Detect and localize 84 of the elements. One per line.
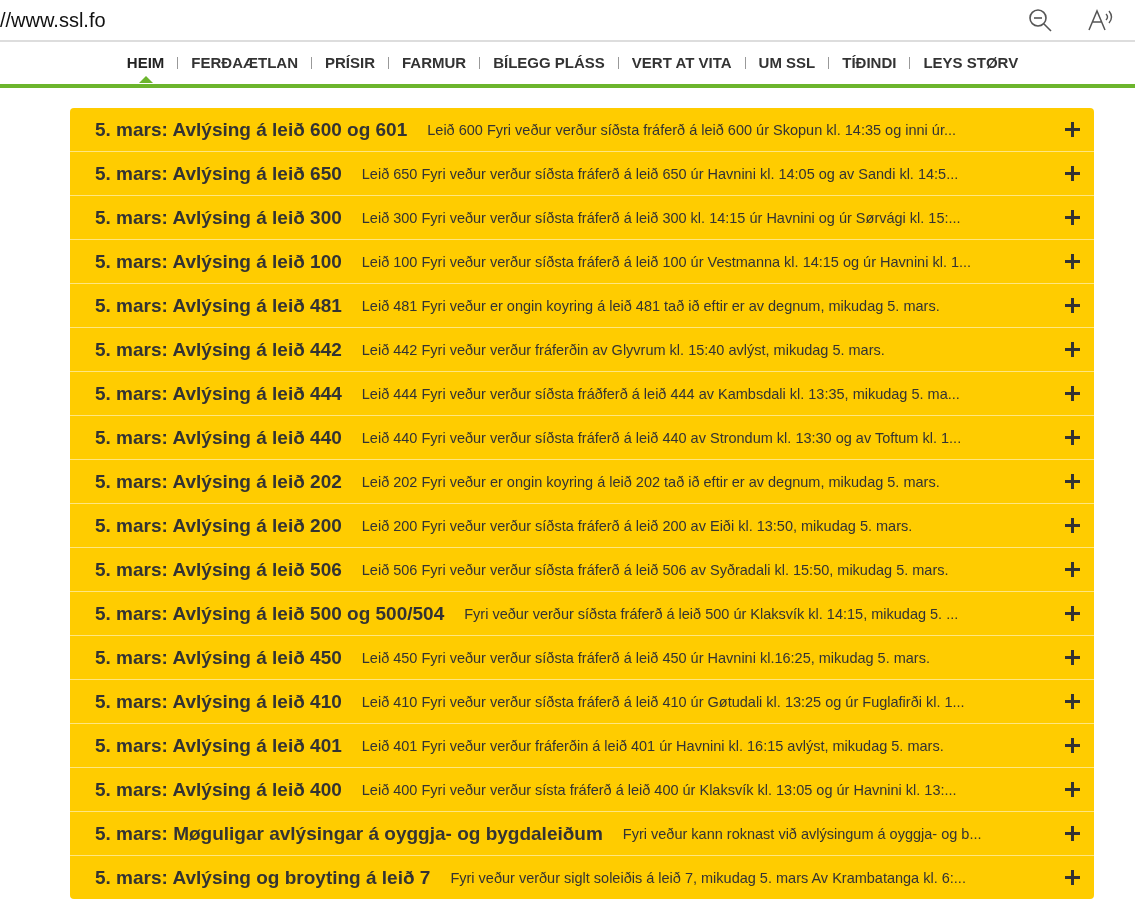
notice-row[interactable]: 5. mars: Møguligar avlýsingar á oyggja- og bygdaleiðum Fyri veður kann roknast við avlýsingum á oyggja- og b... (70, 812, 1094, 856)
plus-icon[interactable] (1065, 518, 1080, 533)
url-text[interactable]: //www.ssl.fo (0, 8, 993, 32)
notice-summary: Leið 200 Fyri veður verður síðsta fráferð á leið 200 av Eiði kl. 13:50, mikudag 5. mars. (361, 517, 914, 534)
notice-row[interactable]: 5. mars: Avlýsing á leið 450 Leið 450 Fyri veður verður síðsta fráferð á leið 450 úr Havnini kl.16:25, mikudag 5. mars. (70, 636, 1094, 680)
nav-link[interactable]: VERT AT VITA (631, 50, 732, 75)
notice-row[interactable]: 5. mars: Avlýsing og broyting á leið 7 Fyri veður verður siglt soleiðis á leið 7, mikudag 5. mars Av Krambatanga kl. 6:... (70, 856, 1094, 899)
notice-summary: Leið 600 Fyri veður verður síðsta fráferð á leið 600 úr Skopun kl. 14:35 og inni úr... (427, 121, 957, 138)
notice-title: 5. mars: Avlýsing á leið 500 og 500/504 (95, 602, 445, 625)
notice-row[interactable]: 5. mars: Avlýsing á leið 300 Leið 300 Fyri veður verður síðsta fráferð á leið 300 kl. 14:15 úr Havnini og úr Sørvági kl. 15:... (70, 196, 1094, 240)
plus-icon[interactable] (1065, 738, 1080, 753)
notice-row[interactable]: 5. mars: Avlýsing á leið 506 Leið 506 Fyri veður verður síðsta fráferð á leið 506 av Syðradali kl. 15:50, mikudag 5. mars. (70, 548, 1094, 592)
notice-row[interactable]: 5. mars: Avlýsing á leið 442 Leið 442 Fyri veður verður fráferðin av Glyvrum kl. 15:40 avlýst, mikudag 5. mars. (70, 328, 1094, 372)
notice-row[interactable]: 5. mars: Avlýsing á leið 650 Leið 650 Fyri veður verður síðsta fráferð á leið 650 úr Havnini kl. 14:05 og av Sandi kl. 14:5... (70, 152, 1094, 196)
nav-link[interactable]: LEYS STØRV (923, 50, 1019, 75)
notice-summary: Leið 506 Fyri veður verður síðsta fráferð á leið 506 av Syðradali kl. 15:50, mikudag 5. mars. (361, 561, 950, 578)
notice-summary: Leið 442 Fyri veður verður fráferðin av Glyvrum kl. 15:40 avlýst, mikudag 5. mars. (361, 341, 886, 358)
notice-summary: Leið 100 Fyri veður verður síðsta fráferð á leið 100 úr Vestmanna kl. 14:15 og úr Havnini kl. 1... (361, 253, 973, 270)
plus-icon[interactable] (1065, 122, 1080, 137)
nav-link[interactable]: FERÐAÆTLAN (191, 50, 298, 75)
notice-summary: Leið 401 Fyri veður verður fráferðin á leið 401 úr Havnini kl. 16:15 avlýst, mikudag 5. mars. (361, 737, 945, 754)
plus-icon[interactable] (1065, 474, 1080, 489)
plus-icon[interactable] (1065, 430, 1080, 445)
notice-summary: Leið 400 Fyri veður verður sísta fráferð á leið 400 úr Klaksvík kl. 13:05 og úr Havnini kl. 13:... (361, 781, 958, 798)
notice-row[interactable]: 5. mars: Avlýsing á leið 440 Leið 440 Fyri veður verður síðsta fráferð á leið 440 av Strondum kl. 13:30 og av Toftum kl. 1... (70, 416, 1094, 460)
read-aloud-icon[interactable] (1087, 8, 1115, 32)
notice-title: 5. mars: Avlýsing á leið 650 (95, 162, 342, 185)
notice-row[interactable]: 5. mars: Avlýsing á leið 410 Leið 410 Fyri veður verður síðsta fráferð á leið 410 úr Gøtudali kl. 13:25 og úr Fuglafirði kl. 1... (70, 680, 1094, 724)
notice-row[interactable]: 5. mars: Avlýsing á leið 100 Leið 100 Fyri veður verður síðsta fráferð á leið 100 úr Vestmanna kl. 14:15 og úr Havnini kl. 1... (70, 240, 1094, 284)
notice-title: 5. mars: Avlýsing og broyting á leið 7 (95, 866, 431, 889)
plus-icon[interactable] (1065, 254, 1080, 269)
nav-link[interactable]: FARMUR (402, 50, 467, 75)
plus-icon[interactable] (1065, 694, 1080, 709)
notice-row[interactable]: 5. mars: Avlýsing á leið 600 og 601 Leið 600 Fyri veður verður síðsta fráferð á leið 600 úr Skopun kl. 14:35 og inni úr... (70, 108, 1094, 152)
nav-link[interactable]: UM SSL (758, 50, 816, 75)
plus-icon[interactable] (1065, 826, 1080, 841)
notice-summary: Leið 650 Fyri veður verður síðsta fráferð á leið 650 úr Havnini kl. 14:05 og av Sandi kl. 14:5... (361, 165, 960, 182)
notice-title: 5. mars: Avlýsing á leið 506 (95, 558, 342, 581)
notice-title: 5. mars: Avlýsing á leið 401 (95, 734, 342, 757)
notice-row[interactable]: 5. mars: Avlýsing á leið 500 og 500/504 Fyri veður verður síðsta fráferð á leið 500 úr Klaksvík kl. 14:15, mikudag 5. ... (70, 592, 1094, 636)
notice-title: 5. mars: Avlýsing á leið 481 (95, 294, 342, 317)
nav-link[interactable]: PRÍSIR (324, 50, 375, 75)
notice-title: 5. mars: Avlýsing á leið 300 (95, 206, 342, 229)
notice-title: 5. mars: Avlýsing á leið 450 (95, 646, 342, 669)
plus-icon[interactable] (1065, 606, 1080, 621)
notice-row[interactable]: 5. mars: Avlýsing á leið 200 Leið 200 Fyri veður verður síðsta fráferð á leið 200 av Eiði kl. 13:50, mikudag 5. mars. (70, 504, 1094, 548)
nav-link[interactable]: BÍLEGG PLÁSS (493, 50, 605, 75)
notice-summary: Leið 450 Fyri veður verður síðsta fráferð á leið 450 úr Havnini kl.16:25, mikudag 5. mars. (361, 649, 931, 666)
plus-icon[interactable] (1065, 782, 1080, 797)
notice-summary: Leið 202 Fyri veður er ongin koyring á leið 202 tað ið eftir er av degnum, mikudag 5. mars. (361, 473, 941, 490)
plus-icon[interactable] (1065, 650, 1080, 665)
nav-link[interactable]: HEIM (126, 50, 165, 75)
notice-title: 5. mars: Avlýsing á leið 600 og 601 (95, 118, 408, 141)
plus-icon[interactable] (1065, 298, 1080, 313)
notice-row[interactable]: 5. mars: Avlýsing á leið 400 Leið 400 Fyri veður verður sísta fráferð á leið 400 úr Klaksvík kl. 13:05 og úr Havnini kl. 13:... (70, 768, 1094, 812)
notice-title: 5. mars: Møguligar avlýsingar á oyggja- og bygdaleiðum (95, 822, 603, 845)
plus-icon[interactable] (1065, 342, 1080, 357)
notice-title: 5. mars: Avlýsing á leið 200 (95, 514, 342, 537)
nav-link[interactable]: TÍÐINDI (842, 50, 897, 75)
plus-icon[interactable] (1065, 870, 1080, 885)
plus-icon[interactable] (1065, 386, 1080, 401)
plus-icon[interactable] (1065, 210, 1080, 225)
plus-icon[interactable] (1065, 166, 1080, 181)
notice-summary: Fyri veður verður siglt soleiðis á leið 7, mikudag 5. mars Av Krambatanga kl. 6:... (450, 869, 967, 886)
notice-title: 5. mars: Avlýsing á leið 410 (95, 690, 342, 713)
notice-title: 5. mars: Avlýsing á leið 440 (95, 426, 342, 449)
notice-summary: Fyri veður kann roknast við avlýsingum á oyggja- og b... (622, 825, 983, 842)
notice-title: 5. mars: Avlýsing á leið 400 (95, 778, 342, 801)
notice-summary: Leið 440 Fyri veður verður síðsta fráferð á leið 440 av Strondum kl. 13:30 og av Toftum kl. 1... (361, 429, 963, 446)
notice-summary: Leið 481 Fyri veður er ongin koyring á leið 481 tað ið eftir er av degnum, mikudag 5. mars. (361, 297, 941, 314)
notice-title: 5. mars: Avlýsing á leið 442 (95, 338, 342, 361)
notice-row[interactable]: 5. mars: Avlýsing á leið 202 Leið 202 Fyri veður er ongin koyring á leið 202 tað ið eftir er av degnum, mikudag 5. mars. (70, 460, 1094, 504)
notice-summary: Leið 444 Fyri veður verður síðsta fráðferð á leið 444 av Kambsdali kl. 13:35, mikudag 5. ma... (361, 385, 961, 402)
notice-summary: Leið 410 Fyri veður verður síðsta fráferð á leið 410 úr Gøtudali kl. 13:25 og úr Fuglafirði kl. 1... (361, 693, 966, 710)
notice-row[interactable]: 5. mars: Avlýsing á leið 444 Leið 444 Fyri veður verður síðsta fráðferð á leið 444 av Kambsdali kl. 13:35, mikudag 5. ma... (70, 372, 1094, 416)
notice-title: 5. mars: Avlýsing á leið 202 (95, 470, 342, 493)
notice-summary: Fyri veður verður síðsta fráferð á leið 500 úr Klaksvík kl. 14:15, mikudag 5. ... (464, 605, 960, 622)
notice-row[interactable]: 5. mars: Avlýsing á leið 401 Leið 401 Fyri veður verður fráferðin á leið 401 úr Havnini kl. 16:15 avlýst, mikudag 5. mars. (70, 724, 1094, 768)
notice-summary: Leið 300 Fyri veður verður síðsta fráferð á leið 300 kl. 14:15 úr Havnini og úr Sørvági kl. 15:... (361, 209, 962, 226)
zoom-out-icon[interactable] (1027, 7, 1053, 33)
plus-icon[interactable] (1065, 562, 1080, 577)
notice-title: 5. mars: Avlýsing á leið 100 (95, 250, 342, 273)
notice-title: 5. mars: Avlýsing á leið 444 (95, 382, 342, 405)
notice-row[interactable]: 5. mars: Avlýsing á leið 481 Leið 481 Fyri veður er ongin koyring á leið 481 tað ið eftir er av degnum, mikudag 5. mars. (70, 284, 1094, 328)
